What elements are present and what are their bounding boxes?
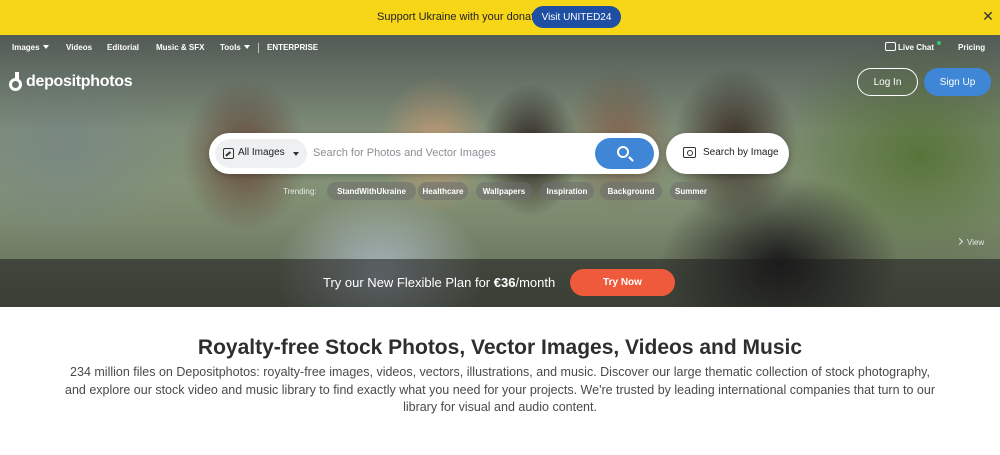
depositphotos-logo[interactable]: depositphotos xyxy=(8,71,133,93)
trending-tag[interactable]: Summer xyxy=(670,182,712,200)
try-now-button[interactable]: Try Now xyxy=(570,269,675,296)
nav-images[interactable]: Images xyxy=(12,43,49,52)
nav-videos[interactable]: Videos xyxy=(66,43,92,52)
trending-tag[interactable]: Wallpapers xyxy=(476,182,532,200)
search-button[interactable] xyxy=(595,138,654,169)
ukraine-banner-text: Support Ukraine with your donation xyxy=(377,11,549,23)
chevron-down-icon xyxy=(42,45,49,49)
page-description: 234 million files on Depositphotos: roya… xyxy=(65,365,935,414)
hero-section: Images Videos Editorial Music & SFX Tool… xyxy=(0,35,1000,307)
nav-editorial[interactable]: Editorial xyxy=(107,43,139,52)
live-chat-link[interactable]: Live Chat xyxy=(898,43,934,52)
trending-label: Trending: xyxy=(283,187,317,196)
ukraine-banner: Support Ukraine with your donation Visit… xyxy=(0,0,1000,35)
chat-icon[interactable] xyxy=(885,42,896,51)
search-by-image-label: Search by Image xyxy=(703,147,779,158)
logo-icon xyxy=(8,72,23,92)
content-type-label: All Images xyxy=(238,147,285,158)
visit-united24-button[interactable]: Visit UNITED24 xyxy=(532,6,621,28)
view-link-label: View xyxy=(967,238,985,247)
chevron-down-icon xyxy=(243,45,250,49)
trending-tag[interactable]: Inspiration xyxy=(540,182,594,200)
logo-text: depositphotos xyxy=(26,73,133,90)
trending-tag[interactable]: Healthcare xyxy=(418,182,468,200)
promo-price: €36 xyxy=(493,275,516,290)
search-bar: All Images xyxy=(209,133,659,174)
login-button[interactable]: Log In xyxy=(857,68,918,96)
pricing-link[interactable]: Pricing xyxy=(958,43,985,52)
promo-text-start: Try our New Flexible Plan for xyxy=(323,275,494,290)
nav-enterprise[interactable]: ENTERPRISE xyxy=(267,43,318,52)
page-title: Royalty-free Stock Photos, Vector Images… xyxy=(197,336,803,359)
nav-tools[interactable]: Tools xyxy=(220,43,250,52)
promo-text: Try our New Flexible Plan for €36/month xyxy=(323,275,555,290)
nav-tools-label: Tools xyxy=(220,43,241,52)
promo-text-end: /month xyxy=(515,275,556,290)
close-icon[interactable]: ✕ xyxy=(981,9,995,23)
search-input[interactable] xyxy=(313,141,583,165)
trending-tag[interactable]: Background xyxy=(600,182,662,200)
nav-images-label: Images xyxy=(12,43,40,52)
search-icon xyxy=(617,146,629,158)
content-type-dropdown[interactable]: All Images xyxy=(215,139,307,168)
view-image-link[interactable]: View xyxy=(955,237,985,247)
nav-music-sfx[interactable]: Music & SFX xyxy=(156,43,204,52)
promo-banner: Try our New Flexible Plan for €36/month … xyxy=(0,259,1000,307)
image-icon xyxy=(223,148,234,159)
trending-tag[interactable]: StandWithUkraine xyxy=(327,182,416,200)
online-status-dot xyxy=(937,41,941,45)
signup-button[interactable]: Sign Up xyxy=(924,68,991,96)
camera-icon xyxy=(683,147,696,158)
search-by-image-button[interactable]: Search by Image xyxy=(666,133,789,174)
nav-divider xyxy=(258,43,259,53)
chevron-down-icon xyxy=(293,152,299,156)
chevron-right-icon xyxy=(955,237,964,246)
